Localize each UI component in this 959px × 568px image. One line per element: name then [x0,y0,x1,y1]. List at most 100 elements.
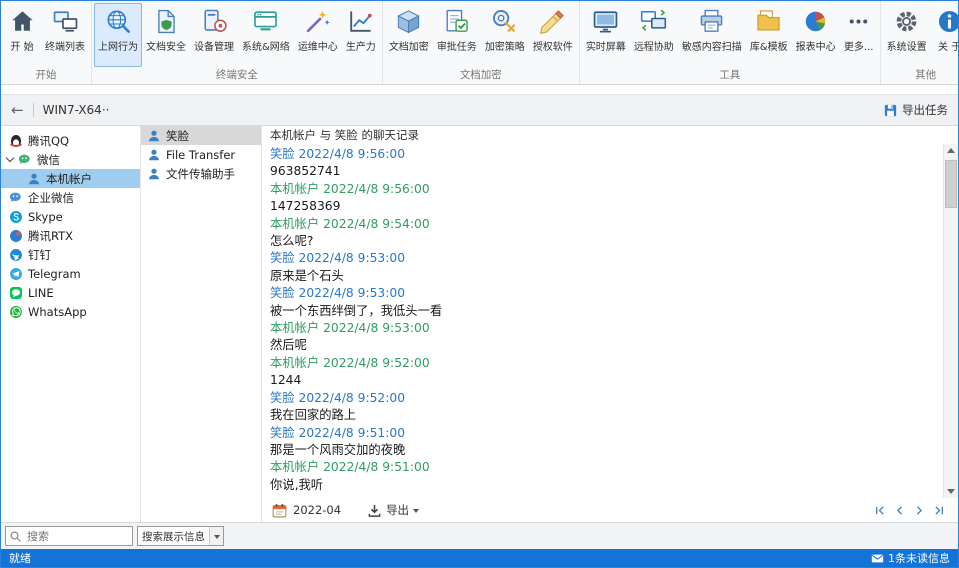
ribbon-button-system-network[interactable]: 系统&网络 [238,3,294,67]
contact-row[interactable]: File Transfer [141,145,261,164]
search-input-box[interactable] [5,526,133,546]
sidebar-item-rtx[interactable]: 腾讯RTX [1,226,140,245]
search-bar: 搜索展示信息 [1,522,958,549]
message-sender-link[interactable]: 笑脸 2022/4/8 9:51:00 [270,425,935,442]
display-filter-combo[interactable]: 搜索展示信息 [137,526,224,546]
ribbon-button-document-security[interactable]: 文档安全 [142,3,190,67]
chat-message: 笑脸 2022/4/8 9:56:00 963852741 [270,146,935,181]
back-button[interactable]: ← [11,101,24,119]
ribbon-button-online-behavior[interactable]: 上网行为 [94,3,142,67]
ribbon-button-productivity[interactable]: 生产力 [342,3,380,67]
sidebar-item-dingtalk[interactable]: 钉钉 [1,245,140,264]
ribbon-group: 实时屏幕 远程协助 敏感内容扫描 库&模板 报表中心 更多... 工具 [580,1,881,84]
message-text: 那是一个风雨交加的夜晚 [270,442,406,457]
system-network-icon [252,8,279,35]
sidebar-item-label: Telegram [28,266,81,281]
message-text: 963852741 [270,164,341,179]
chat-message: 本机帐户 2022/4/8 9:51:00 你说,我听 [270,459,935,494]
ribbon-button-approval-task[interactable]: 审批任务 [433,3,481,67]
ribbon-button-more[interactable]: 更多... [840,3,878,67]
ribbon-button-encrypt-policy[interactable]: 加密策略 [481,3,529,67]
message-sender-link[interactable]: 本机帐户 2022/4/8 9:54:00 [270,216,935,233]
message-sender-link[interactable]: 本机帐户 2022/4/8 9:53:00 [270,320,935,337]
message-text: 1244 [270,373,302,388]
message-sender-link[interactable]: 笑脸 2022/4/8 9:52:00 [270,390,935,407]
message-sender-link[interactable]: 笑脸 2022/4/8 9:53:00 [270,250,935,267]
skype-icon [9,210,23,224]
sidebar-item-whatsapp[interactable]: WhatsApp [1,302,140,321]
ribbon-button-home[interactable]: 开 始 [3,3,41,67]
sidebar-item-line[interactable]: LINE [1,283,140,302]
ribbon-button-remote-assist[interactable]: 远程协助 [630,3,678,67]
next-page-button[interactable] [913,504,926,517]
contact-list: 笑脸 File Transfer 文件传输助手 [141,126,262,522]
ribbon-button-content-scan[interactable]: 敏感内容扫描 [678,3,746,67]
message-sender-link[interactable]: 本机帐户 2022/4/8 9:56:00 [270,181,935,198]
ribbon-button-device-management[interactable]: 设备管理 [190,3,238,67]
document-encrypt-icon [395,8,422,35]
ribbon-button-realtime-screen[interactable]: 实时屏幕 [582,3,630,67]
ribbon-button-settings[interactable]: 系统设置 [883,3,931,67]
scroll-down-icon[interactable] [944,484,958,498]
ribbon-button-label: 生产力 [345,42,376,53]
sidebar-item-label: WhatsApp [28,304,87,319]
whatsapp-icon [9,305,23,319]
scrollbar-thumb[interactable] [945,160,957,208]
sidebar-item-wecom[interactable]: 企业微信 [1,188,140,207]
export-task-button[interactable]: 导出任务 [883,102,948,118]
rtx-icon [9,229,23,243]
document-security-icon [153,8,180,35]
ribbon-button-terminal-list[interactable]: 终端列表 [41,3,89,67]
ribbon-button-report-center[interactable]: 报表中心 [792,3,840,67]
device-management-icon [201,8,228,35]
combo-dropdown-button[interactable] [209,527,223,545]
search-input[interactable] [25,528,129,544]
sidebar-item-telegram[interactable]: Telegram [1,264,140,283]
message-sender-link[interactable]: 本机帐户 2022/4/8 9:52:00 [270,355,935,372]
ribbon: 开 始终端列表 开始 上网行为 文档安全 设备管理 系统&网络 运维中心 生产力 终端安全 文档加… [1,1,958,85]
dingtalk-icon [9,248,23,262]
chat-scrollbar[interactable] [943,144,958,498]
pagination [873,504,946,517]
contact-row[interactable]: 笑脸 [141,126,261,145]
contact-name: 文件传输助手 [166,166,235,181]
ribbon-group-label: 工具 [719,69,741,81]
month-label[interactable]: 2022-04 [293,503,341,517]
contact-name: File Transfer [166,147,236,162]
first-page-button[interactable] [873,504,886,517]
terminal-tab-label[interactable]: WIN7-X64·· [43,103,110,117]
message-sender-link[interactable]: 笑脸 2022/4/8 9:53:00 [270,285,935,302]
scroll-up-icon[interactable] [944,144,958,158]
sidebar-item-label: Skype [28,209,63,224]
ribbon-button-licensed-software[interactable]: 授权软件 [529,3,577,67]
sidebar-item-qq[interactable]: 腾讯QQ [1,131,140,150]
expand-chevron-icon[interactable] [5,153,15,163]
export-button[interactable]: 导出 [367,502,420,518]
message-sender-link[interactable]: 笑脸 2022/4/8 9:56:00 [270,146,935,163]
chat-panel: 本机帐户 与 笑脸 的聊天记录 笑脸 2022/4/8 9:56:00 96385… [262,126,958,522]
contact-row[interactable]: 文件传输助手 [141,164,261,183]
terminal-list-icon [52,8,79,35]
ribbon-button-label: 上网行为 [98,42,138,53]
search-icon [9,530,22,543]
ribbon-button-label: 远程协助 [633,42,674,53]
unread-indicator[interactable]: 1条未读信息 [871,550,950,566]
ribbon-button-document-encrypt[interactable]: 文档加密 [385,3,433,67]
sidebar-item-skype[interactable]: Skype [1,207,140,226]
ribbon-button-ops-center[interactable]: 运维中心 [294,3,342,67]
ribbon-button-about[interactable]: 关 于 [931,3,958,67]
dropdown-caret-icon [413,508,420,516]
sidebar-item-account[interactable]: 本机帐户 [1,169,140,188]
message-text: 怎么呢? [270,234,314,249]
prev-page-button[interactable] [893,504,906,517]
chat-message: 本机帐户 2022/4/8 9:53:00 然后呢 [270,320,935,355]
encrypt-policy-icon [491,8,518,35]
ribbon-button-label: 系统设置 [886,42,927,53]
sidebar-item-wechat[interactable]: 微信 [1,150,140,169]
last-page-button[interactable] [933,504,946,517]
message-sender-link[interactable]: 本机帐户 2022/4/8 9:51:00 [270,459,935,476]
ribbon-button-library-template[interactable]: 库&模板 [746,3,792,67]
calendar-icon[interactable] [272,503,287,518]
message-text: 然后呢 [270,338,307,353]
contact-icon [147,167,161,181]
